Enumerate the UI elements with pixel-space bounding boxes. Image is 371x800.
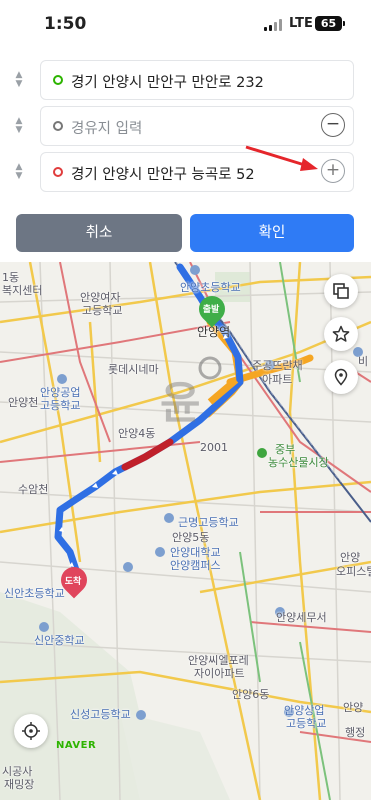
map-label: 고등학교 <box>286 717 327 730</box>
crosshair-icon <box>22 722 40 740</box>
favorite-button[interactable] <box>324 317 358 351</box>
naver-logo: NAVER <box>56 740 97 751</box>
map-label: 신안중학교 <box>34 634 85 647</box>
map-label: 자이아파트 <box>194 667 245 680</box>
map-label: 근명고등학교 <box>178 516 239 529</box>
watermark: 윤 <box>160 378 201 429</box>
map-view[interactable]: 윤 1동 복지센터 안양여자 고등학교 안양초등학교 안양역 롯데시네마 안양공… <box>0 262 371 800</box>
map-label: 오피스텔 <box>336 565 371 578</box>
map-label: 주공뜨란채 <box>252 359 303 372</box>
map-label: 안양세무서 <box>276 611 327 624</box>
map-pin-icon <box>334 368 348 386</box>
map-label: 신성고등학교 <box>70 708 131 721</box>
map-label: 수암천 <box>18 483 49 496</box>
map-label: 행정 <box>345 726 366 739</box>
map-label: 2001 <box>200 441 228 454</box>
map-label: 고등학교 <box>82 304 123 317</box>
map-label: 1동 <box>2 271 20 284</box>
layers-icon <box>333 283 349 299</box>
map-label: 농수산물시장 <box>268 456 329 469</box>
map-label: 안양여자 <box>80 291 121 304</box>
map-label: 시공사 <box>2 765 33 778</box>
map-label: 안양씨엘포레 <box>188 654 249 667</box>
map-label: 롯데시네마 <box>108 363 159 376</box>
map-label: 안양초등학교 <box>180 281 241 294</box>
map-label: 비 <box>358 355 369 368</box>
map-label: 안양4동 <box>118 427 156 440</box>
layers-button[interactable] <box>324 274 358 308</box>
map-label: 안양대학교 <box>170 546 221 559</box>
map-label: 신안초등학교 <box>4 587 65 600</box>
map-label: 안양6동 <box>232 688 270 701</box>
map-label: 안양역 <box>197 325 231 339</box>
location-marker-button[interactable] <box>324 360 358 394</box>
map-label: 아파트 <box>262 373 293 386</box>
current-location-button[interactable] <box>14 714 48 748</box>
end-pin-label: 도착 <box>64 577 82 587</box>
map-label: 안양공업 <box>40 386 81 399</box>
map-label: 복지센터 <box>2 284 43 297</box>
map-label: 고등학교 <box>40 399 81 412</box>
map-label: 재밍장 <box>4 778 35 791</box>
map-label: 안양상업 <box>284 704 325 717</box>
map-label: 안양5동 <box>172 531 210 544</box>
star-icon <box>332 325 350 342</box>
map-label: 안양천 <box>8 396 39 409</box>
map-label: 중부 <box>275 443 296 456</box>
start-pin-label: 출발 <box>202 305 220 315</box>
map-label: 안양캠퍼스 <box>170 559 221 572</box>
map-label: 안양 <box>340 551 361 564</box>
map-label: 안양 <box>343 701 364 714</box>
